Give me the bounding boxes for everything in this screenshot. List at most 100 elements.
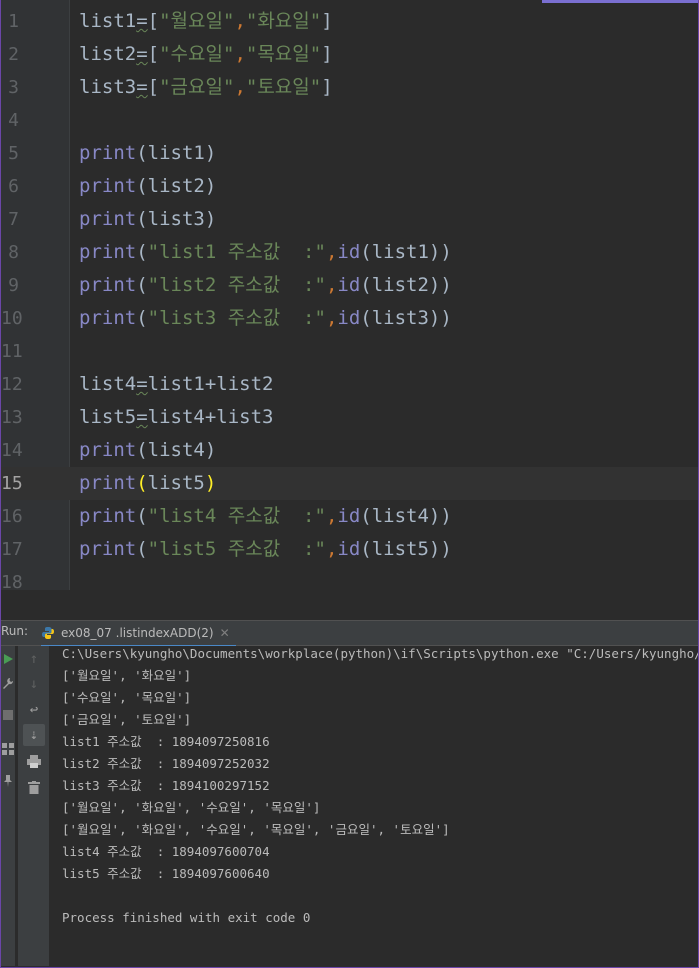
pin-icon[interactable]: [0, 770, 19, 792]
run-panel-header: Run: ex08_07 .listindexADD(2) ✕: [1, 620, 698, 647]
code-line[interactable]: 17 print("list5 주소값 :",id(list5)): [1, 533, 698, 566]
code-line[interactable]: 15 print(list5): [1, 467, 698, 500]
console-line: ['월요일', '화요일', '수요일', '목요일']: [62, 800, 321, 815]
code-text: list2=["수요일","목요일"]: [79, 38, 333, 71]
run-toolbar-primary: [1, 646, 15, 966]
code-line[interactable]: 9 print("list2 주소값 :",id(list2)): [1, 269, 698, 302]
code-token: list3: [79, 76, 137, 98]
code-line[interactable]: 18: [1, 566, 698, 590]
code-line[interactable]: 6 print(list2): [1, 170, 698, 203]
stop-icon[interactable]: [0, 704, 19, 726]
code-token: print: [79, 241, 137, 263]
line-number: 16: [1, 506, 23, 527]
code-token: (: [136, 505, 148, 527]
line-number: 2: [8, 44, 19, 65]
code-token: print: [79, 142, 137, 164]
code-text: print(list3): [79, 203, 216, 236]
code-token: "수요일": [159, 43, 235, 65]
code-token: ): [204, 472, 217, 494]
code-token: list4+list3: [147, 406, 274, 428]
code-token: print: [79, 439, 137, 461]
code-token: print: [79, 274, 137, 296]
console-output[interactable]: C:\Users\kyungho\Documents\workplace(pyt…: [50, 646, 698, 966]
code-token: (list4)): [360, 505, 452, 527]
soft-wrap-icon[interactable]: ↩: [23, 699, 45, 721]
code-token: =: [136, 76, 148, 98]
code-token: "list4 주소값 :": [147, 505, 326, 527]
run-toolbar-secondary: ↑ ↓ ↩ ⇣: [18, 646, 50, 966]
code-token: [: [147, 10, 160, 32]
console-line: list4 주소값 : 1894097600704: [62, 844, 270, 859]
code-token: print: [79, 175, 137, 197]
run-tab-title: ex08_07 .listindexADD(2): [61, 626, 214, 640]
code-token: ,: [325, 274, 338, 296]
code-text: print(list4): [79, 434, 216, 467]
code-line[interactable]: 16 print("list4 주소값 :",id(list4)): [1, 500, 698, 533]
console-line: ['월요일', '화요일', '수요일', '목요일', '금요일', '토요일…: [62, 822, 450, 837]
print-icon[interactable]: [23, 750, 45, 772]
code-token: (list4): [136, 439, 217, 461]
code-token: ,: [325, 307, 338, 329]
code-token: "토요일": [245, 76, 322, 98]
line-number: 4: [8, 110, 19, 131]
code-line[interactable]: 3 list3=["금요일","토요일"]: [1, 71, 698, 104]
code-line[interactable]: 11: [1, 335, 698, 368]
layout-icon[interactable]: [0, 738, 19, 760]
code-token: ]: [321, 43, 333, 65]
code-line[interactable]: 13 list5=list4+list3: [1, 401, 698, 434]
line-number: 14: [1, 440, 23, 461]
code-token: (: [136, 307, 148, 329]
code-text: print("list1 주소값 :",id(list1)): [79, 236, 452, 269]
line-number: 15: [1, 473, 23, 494]
code-token: "list1 주소값 :": [147, 241, 326, 263]
run-tab[interactable]: ex08_07 .listindexADD(2) ✕: [41, 621, 236, 647]
code-token: ,: [325, 241, 338, 263]
console-line: C:\Users\kyungho\Documents\workplace(pyt…: [62, 646, 698, 661]
scroll-down-icon[interactable]: ↓: [23, 673, 45, 695]
line-number: 17: [1, 539, 23, 560]
scroll-to-end-icon[interactable]: ⇣: [23, 724, 45, 746]
line-number: 12: [1, 374, 23, 395]
code-editor[interactable]: 1 list1=["월요일","화요일"] 2 list2=["수요일","목요일"]…: [1, 0, 698, 590]
code-token: (: [136, 538, 148, 560]
editor-tab-indicator: [542, 0, 698, 3]
code-token: list1+list2: [147, 373, 274, 395]
code-text: print(list1): [79, 137, 216, 170]
line-number: 10: [1, 308, 23, 329]
code-token: ,: [234, 43, 246, 65]
code-line[interactable]: 1 list1=["월요일","화요일"]: [1, 5, 698, 38]
wrench-icon[interactable]: [0, 672, 19, 694]
code-line[interactable]: 5 print(list1): [1, 137, 698, 170]
code-token: ]: [321, 76, 333, 98]
code-token: (list2): [136, 175, 217, 197]
code-token: =: [136, 10, 148, 32]
code-token: "list2 주소값 :": [147, 274, 326, 296]
code-line[interactable]: 10 print("list3 주소값 :",id(list3)): [1, 302, 698, 335]
code-line[interactable]: 7 print(list3): [1, 203, 698, 236]
rerun-icon[interactable]: [0, 648, 19, 670]
code-line[interactable]: 8 print("list1 주소값 :",id(list1)): [1, 236, 698, 269]
console-line: ['금요일', '토요일']: [62, 712, 192, 727]
python-icon: [42, 627, 54, 639]
code-token: ,: [234, 76, 246, 98]
code-line[interactable]: 4: [1, 104, 698, 137]
code-line[interactable]: 14 print(list4): [1, 434, 698, 467]
code-text: print("list4 주소값 :",id(list4)): [79, 500, 452, 533]
code-line[interactable]: 12 list4=list1+list2: [1, 368, 698, 401]
code-token: (list1): [136, 142, 217, 164]
code-token: ,: [325, 538, 338, 560]
code-text: print(list2): [79, 170, 216, 203]
code-token: list5: [147, 472, 205, 494]
line-number: 7: [8, 209, 19, 230]
scroll-up-icon[interactable]: ↑: [23, 648, 45, 670]
trash-icon[interactable]: [23, 776, 45, 798]
console-line: list5 주소값 : 1894097600640: [62, 866, 270, 881]
code-token: id: [337, 241, 361, 263]
close-tab-icon[interactable]: ✕: [220, 626, 230, 640]
code-token: "list5 주소값 :": [147, 538, 326, 560]
code-token: print: [79, 538, 137, 560]
code-line[interactable]: 2 list2=["수요일","목요일"]: [1, 38, 698, 71]
code-text: list4=list1+list2: [79, 368, 274, 401]
code-text: list3=["금요일","토요일"]: [79, 71, 333, 104]
code-token: "목요일": [245, 43, 322, 65]
